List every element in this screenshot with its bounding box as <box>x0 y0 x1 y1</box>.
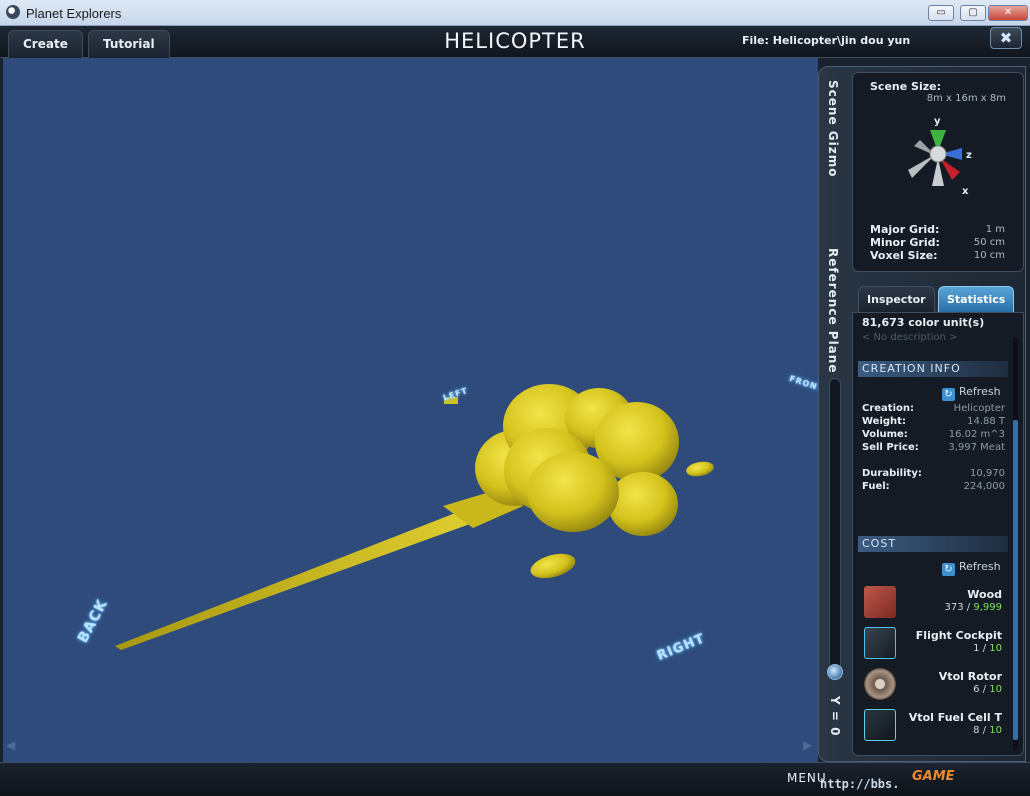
3d-viewport[interactable]: BACK RIGHT LEFT FRONT ◀ ▶ <box>3 58 825 762</box>
cost-item: Wood 373 / 9,999 <box>858 584 1008 622</box>
minimize-button[interactable]: ▭ <box>928 5 954 21</box>
body-sphere <box>608 472 678 536</box>
axis-y-label: y <box>934 116 941 127</box>
creation-value: Helicopter <box>953 403 1005 414</box>
cost-item-count: 8 / 10 <box>973 725 1002 736</box>
scene-size-value: 8m x 16m x 8m <box>926 93 1006 104</box>
fuel-label: Fuel: <box>862 481 890 492</box>
refresh-icon: ↻ <box>942 563 955 576</box>
sell-price-value: 3,997 Meat <box>948 442 1005 453</box>
weight-value: 14.88 T <box>967 416 1005 427</box>
slider-thumb[interactable] <box>827 664 843 680</box>
y-level-label: Y = 0 <box>828 696 842 737</box>
editor-close-button[interactable]: ✖ <box>990 27 1022 49</box>
body-sphere <box>527 452 619 532</box>
helicopter-model <box>115 384 714 650</box>
cost-header: COST <box>858 536 1008 552</box>
cost-item-name: Flight Cockpit <box>915 629 1002 642</box>
bottom-bar: MENU http://bbs. GAME <box>0 762 1030 796</box>
weight-label: Weight: <box>862 416 906 427</box>
sell-price-label: Sell Price: <box>862 442 919 453</box>
scroll-left-arrow-icon[interactable]: ◀ <box>6 738 15 752</box>
scroll-right-arrow-icon[interactable]: ▶ <box>803 738 812 752</box>
cost-item-name: Vtol Fuel Cell T <box>908 711 1002 724</box>
axis-x-label: x <box>962 186 969 196</box>
cost-item-name: Vtol Rotor <box>938 670 1002 683</box>
cost-item: Vtol Fuel Cell T 8 / 10 <box>858 707 1008 745</box>
flight-cockpit-icon <box>864 627 896 659</box>
reference-plane-toggle[interactable]: Reference Plane <box>826 248 840 373</box>
minor-grid-label: Minor Grid: <box>870 236 940 249</box>
reference-plane-slider[interactable] <box>829 378 841 676</box>
window-title: Planet Explorers <box>26 6 122 21</box>
creation-label: Creation: <box>862 403 914 414</box>
major-grid-value: 1 m <box>985 224 1005 235</box>
watermark-url: http://bbs. <box>820 777 900 791</box>
minor-grid-value: 50 cm <box>973 237 1005 248</box>
landing-skid <box>530 553 576 579</box>
cost-item-count: 373 / 9,999 <box>944 602 1002 613</box>
cost-item-count: 1 / 10 <box>973 643 1002 654</box>
fuel-cell-icon <box>864 709 896 741</box>
tab-inspector[interactable]: Inspector <box>858 286 935 312</box>
wood-block-icon <box>864 586 896 618</box>
side-part <box>686 461 714 477</box>
volume-value: 16.02 m^3 <box>948 429 1005 440</box>
volume-label: Volume: <box>862 429 908 440</box>
fuel-value: 224,000 <box>963 481 1005 492</box>
cost-item: Flight Cockpit 1 / 10 <box>858 625 1008 663</box>
refresh-label: Refresh <box>959 385 1001 398</box>
axis-z-label: z <box>966 150 972 161</box>
creation-info-header: CREATION INFO <box>858 361 1008 377</box>
scene-size-label: Scene Size: <box>870 80 941 93</box>
cost-item-name: Wood <box>967 588 1002 601</box>
cost-item: Vtol Rotor 6 / 10 <box>858 666 1008 704</box>
cost-refresh-button[interactable]: ↻ Refresh <box>942 560 1001 576</box>
durability-value: 10,970 <box>970 468 1005 479</box>
durability-label: Durability: <box>862 468 922 479</box>
file-path: File: Helicopter\jin dou yun <box>742 34 911 47</box>
tab-statistics[interactable]: Statistics <box>938 286 1015 312</box>
voxel-size-value: 10 cm <box>973 250 1005 261</box>
window-titlebar: Planet Explorers ▭ ▢ ✕ <box>0 0 1030 26</box>
axis-gizmo-icon[interactable]: y z x <box>896 112 980 196</box>
creation-refresh-button[interactable]: ↻ Refresh <box>942 385 1001 401</box>
vtol-rotor-icon <box>864 668 896 700</box>
refresh-label: Refresh <box>959 560 1001 573</box>
voxel-size-label: Voxel Size: <box>870 249 938 262</box>
scene-gizmo-toggle[interactable]: Scene Gizmo <box>826 80 840 177</box>
app-logo-icon <box>6 5 20 19</box>
watermark-logo: GAME <box>912 769 955 784</box>
major-grid-label: Major Grid: <box>870 223 940 236</box>
refresh-icon: ↻ <box>942 388 955 401</box>
statistics-scrollbar-thumb[interactable] <box>1013 420 1018 740</box>
cost-item-count: 6 / 10 <box>973 684 1002 695</box>
editor-header: Create Tutorial HELICOPTER File: Helicop… <box>0 26 1030 58</box>
maximize-button[interactable]: ▢ <box>960 5 986 21</box>
window-close-button[interactable]: ✕ <box>988 5 1028 21</box>
tail-boom <box>115 510 481 650</box>
description-field[interactable]: < No description > <box>862 332 958 343</box>
color-units: 81,673 color unit(s) <box>862 316 985 329</box>
